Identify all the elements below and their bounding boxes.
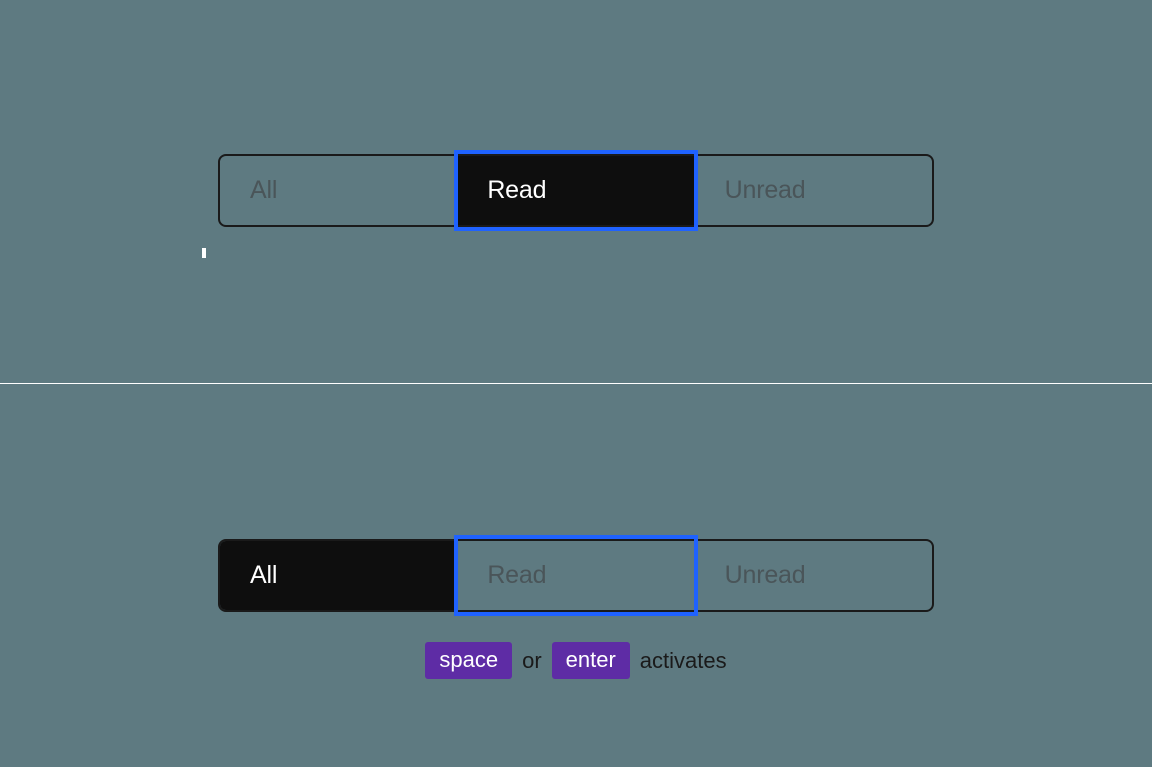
key-enter: enter <box>552 642 630 679</box>
key-space: space <box>425 642 512 679</box>
segment-label: All <box>250 561 277 590</box>
content-switcher-top: All Read Unread <box>218 154 934 227</box>
example-top-panel: All Read Unread <box>0 0 1152 383</box>
segment-label: Read <box>487 176 546 205</box>
segment-read[interactable]: Read <box>457 541 694 610</box>
segment-label: Read <box>487 561 546 590</box>
segment-label: Unread <box>725 176 806 205</box>
content-switcher-bottom: All Read Unread <box>218 539 934 612</box>
keyboard-hint: space or enter activates <box>0 642 1152 679</box>
segment-unread[interactable]: Unread <box>695 156 932 225</box>
hint-action: activates <box>640 648 727 674</box>
example-bottom-panel: All Read Unread space or enter activates <box>0 384 1152 767</box>
segment-all[interactable]: All <box>220 541 457 610</box>
segment-unread[interactable]: Unread <box>695 541 932 610</box>
decorative-tick <box>202 248 206 258</box>
focus-tick <box>455 177 458 205</box>
segment-read[interactable]: Read <box>457 156 694 225</box>
segment-label: Unread <box>725 561 806 590</box>
segment-all[interactable]: All <box>220 156 457 225</box>
hint-or: or <box>522 648 542 674</box>
segment-label: All <box>250 176 277 205</box>
